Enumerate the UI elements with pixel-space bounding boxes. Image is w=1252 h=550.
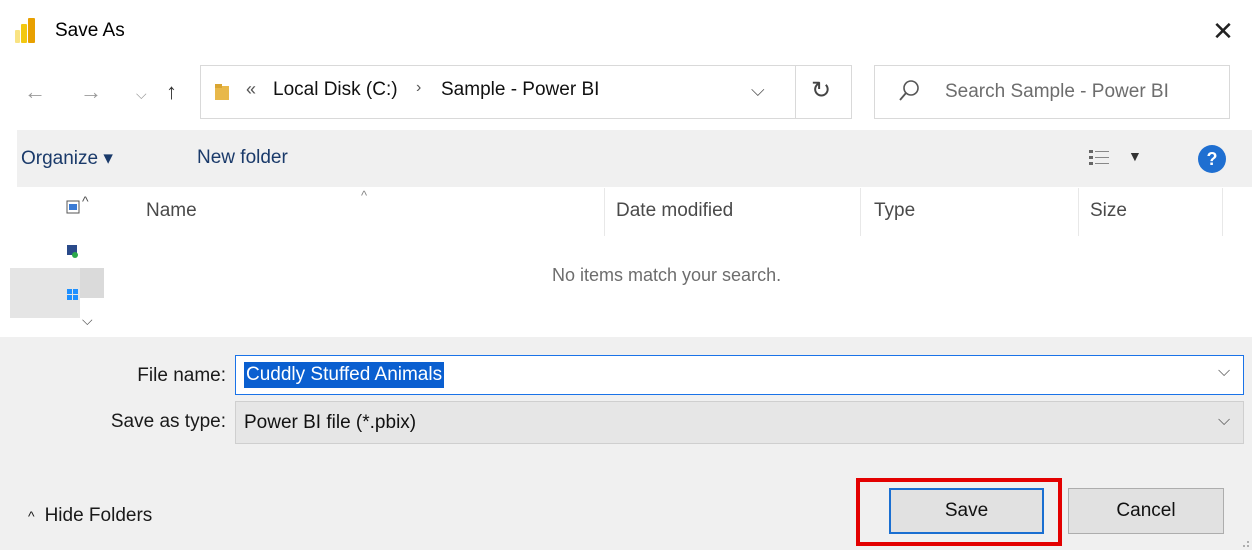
pictures-folder-icon[interactable] [66, 200, 80, 214]
empty-list-message: No items match your search. [552, 265, 782, 285]
file-name-input[interactable]: Cuddly Stuffed Animals ⌵ [235, 355, 1244, 395]
nav-pane-scrollbar-thumb[interactable] [80, 268, 104, 298]
address-divider [795, 66, 796, 118]
save-as-type-dropdown-icon[interactable]: ⌵ [1218, 412, 1230, 430]
column-header-name[interactable]: Name [146, 200, 197, 222]
breadcrumb-separator-icon[interactable]: › [416, 79, 421, 97]
column-header-date-modified[interactable]: Date modified [616, 200, 733, 222]
column-divider[interactable] [1222, 188, 1223, 236]
nav-scroll-down-icon[interactable]: ⌵ [82, 312, 93, 329]
forward-arrow-icon[interactable]: → [80, 77, 102, 107]
local-disk-icon[interactable] [66, 288, 80, 302]
back-arrow-icon[interactable]: ← [24, 77, 46, 107]
title-bar [0, 0, 1252, 62]
view-options-icon[interactable] [1088, 148, 1110, 168]
refresh-icon[interactable]: ↻ [811, 76, 831, 105]
search-icon [899, 80, 919, 101]
save-as-type-select[interactable]: Power BI file (*.pbix) ⌵ [235, 401, 1244, 444]
breadcrumb-sample-power-bi[interactable]: Sample - Power BI [441, 79, 599, 101]
sort-ascending-icon: ^ [361, 188, 368, 203]
save-button[interactable]: Save [889, 488, 1044, 534]
file-name-dropdown-icon[interactable]: ⌵ [1218, 363, 1230, 381]
power-bi-logo-icon [15, 18, 35, 43]
save-as-type-value: Power BI file (*.pbix) [244, 412, 417, 433]
chevron-up-icon: ^ [28, 508, 35, 524]
address-bar[interactable]: « Local Disk (C:) › Sample - Power BI ⌵ … [200, 65, 852, 119]
hide-folders-label: Hide Folders [44, 505, 153, 526]
search-placeholder: Search Sample - Power BI [945, 81, 1169, 102]
address-dropdown-icon[interactable]: ⌵ [751, 80, 765, 101]
up-arrow-icon[interactable]: ↑ [166, 77, 177, 107]
column-divider[interactable] [604, 188, 605, 236]
breadcrumb-local-disk[interactable]: Local Disk (C:) [273, 79, 398, 101]
column-divider[interactable] [1078, 188, 1079, 236]
organize-menu-button[interactable]: Organize ▾ [21, 147, 113, 170]
search-box[interactable]: Search Sample - Power BI [874, 65, 1230, 119]
folder-icon [215, 84, 229, 100]
file-name-value[interactable]: Cuddly Stuffed Animals [244, 362, 445, 388]
column-header-type[interactable]: Type [874, 200, 915, 222]
save-as-type-label: Save as type: [110, 411, 226, 432]
videos-folder-icon[interactable] [66, 244, 80, 258]
hide-folders-button[interactable]: ^ Hide Folders [28, 505, 152, 527]
help-icon[interactable]: ? [1198, 145, 1226, 173]
window-title: Save As [55, 20, 125, 41]
new-folder-button[interactable]: New folder [197, 147, 288, 169]
chevron-down-icon[interactable]: ⌵ [136, 79, 147, 109]
column-divider[interactable] [860, 188, 861, 236]
column-header-size[interactable]: Size [1090, 200, 1127, 222]
resize-grip-icon[interactable] [1238, 536, 1250, 548]
view-dropdown-icon[interactable]: ▼ [1128, 148, 1142, 164]
address-overflow-icon[interactable]: « [246, 79, 256, 100]
nav-scroll-up-icon[interactable]: ^ [82, 193, 89, 209]
file-name-label: File name: [137, 365, 226, 386]
cancel-button[interactable]: Cancel [1068, 488, 1224, 534]
close-icon[interactable]: ✕ [1206, 14, 1240, 48]
